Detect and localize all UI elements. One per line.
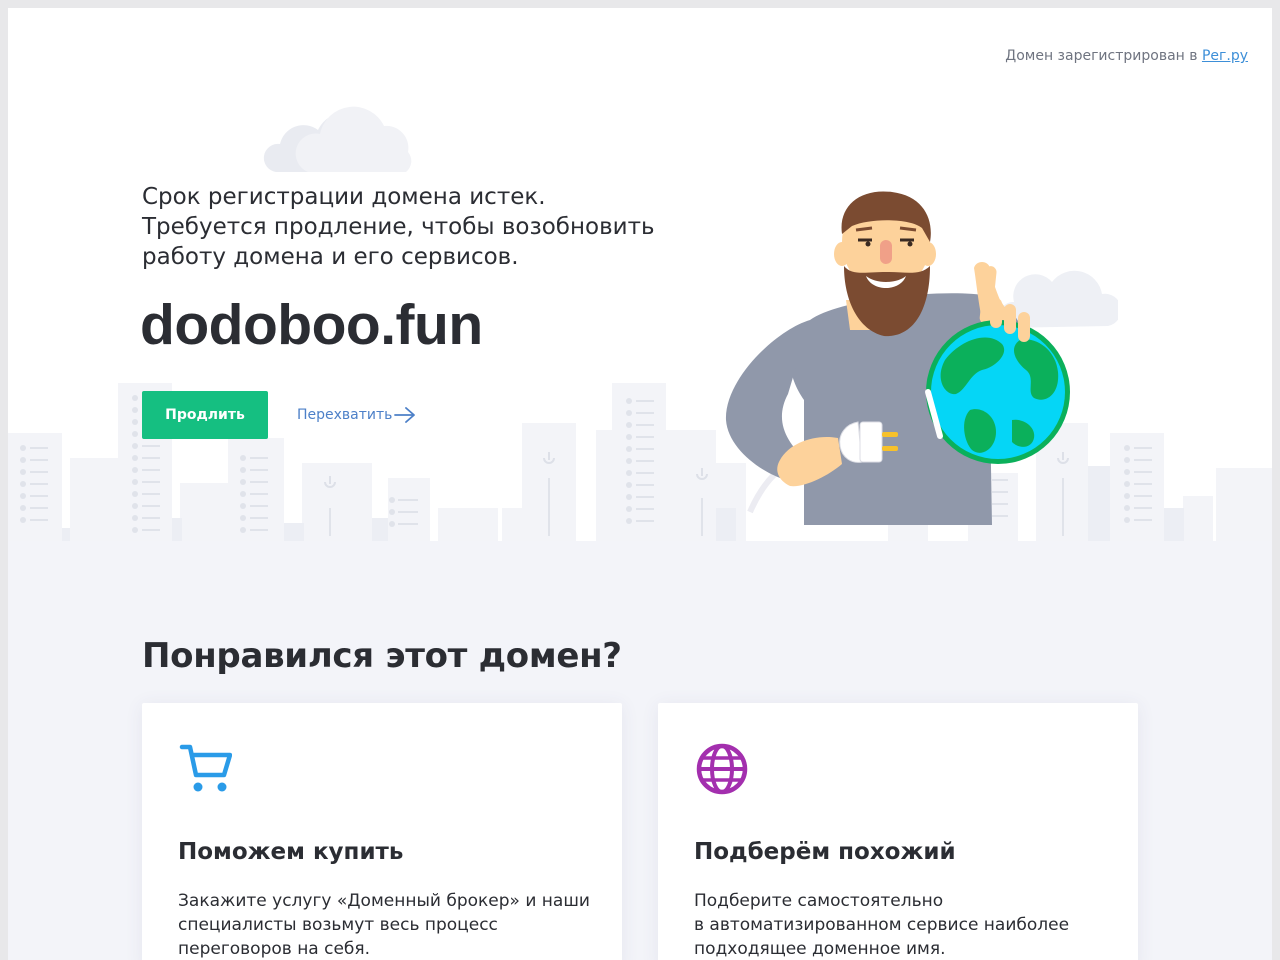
intercept-label: Перехватить [297,407,393,423]
offer-card-similar: Подберём похожий Подберите самостоятельн… [658,703,1138,960]
offer-card-buy: Поможем купить Закажите услугу «Доменный… [142,703,622,960]
offers-title: Понравился этот домен? [142,636,622,676]
offer-card-title: Подберём похожий [694,839,956,865]
expired-line: Срок регистрации домена истек. [142,184,546,210]
expired-line: Требуется продление, чтобы возобновить [142,214,655,240]
registrar-note: Домен зарегистрирован в Рег.ру [1005,48,1248,64]
renew-button[interactable]: Продлить [142,391,268,439]
registrar-text: Домен зарегистрирован в [1005,48,1202,64]
offer-card-title: Поможем купить [178,839,404,865]
hero-section: Домен зарегистрирован в Рег.ру Срок реги… [8,8,1272,541]
offer-card-text-line: специалисты возьмут весь процесс [178,915,498,935]
man-with-globe-illustration [725,191,1070,525]
expired-message: Срок регистрации домена истек. Требуется… [142,182,662,272]
arrow-right-icon [394,407,416,423]
globe-icon [696,743,748,795]
cloud-icon [263,106,412,172]
offer-card-text-line: в автоматизированном сервисе наиболее [694,915,1070,935]
cart-icon [179,744,232,792]
domain-name: dodoboo.fun [140,293,483,357]
intercept-link[interactable]: Перехватить [297,404,416,426]
page: Домен зарегистрирован в Рег.ру Срок реги… [8,8,1272,960]
offer-card-text-line: Закажите услугу «Доменный брокер» и наши [178,891,590,911]
offer-card-text-line: подходящее доменное имя. [694,939,946,959]
offer-card-text: Закажите услугу «Доменный брокер» и наши… [178,889,598,960]
offer-card-text: Подберите самостоятельно в автоматизиров… [694,889,1114,960]
registrar-link[interactable]: Рег.ру [1202,48,1248,64]
offer-card-text-line: переговоров на себя. [178,939,371,959]
offer-card-text-line: Подберите самостоятельно [694,891,944,911]
expired-line: работу домена и его сервисов. [142,244,519,270]
